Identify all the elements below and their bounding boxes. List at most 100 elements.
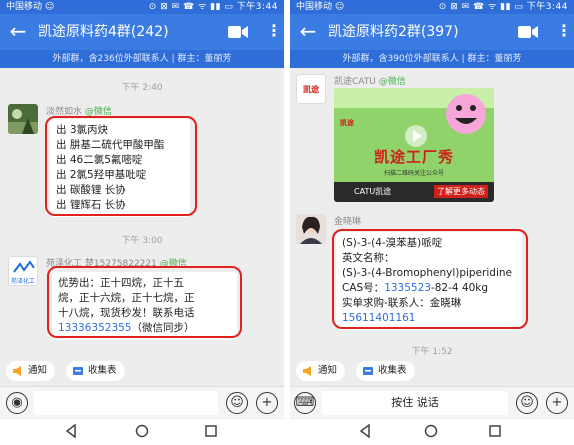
nav-home-icon[interactable] bbox=[135, 424, 149, 438]
avatar[interactable] bbox=[296, 214, 326, 244]
form-label: 收集表 bbox=[378, 365, 407, 376]
voice-icon[interactable]: ◉ bbox=[6, 392, 28, 414]
message-line: 出 锂辉石 长协 bbox=[56, 199, 126, 211]
status-bar: 中国移动 ☺ ⊙ ⊠ ✉ ☎ ᯤ ▮▮ ▭ 下午3:44 bbox=[0, 0, 284, 14]
megaphone-icon bbox=[303, 366, 311, 376]
timestamp: 下午 3:00 bbox=[121, 236, 163, 246]
emoji-icon[interactable]: ☺ bbox=[226, 392, 248, 414]
wechat-tag: @微信 bbox=[159, 259, 187, 269]
plus-icon[interactable]: + bbox=[256, 392, 278, 414]
message-line: 出 3氯丙炔 bbox=[56, 124, 109, 136]
message-bubble[interactable]: 优势出：正十四烷，正十五 烷，正十六烷，正十七烷，正 十八烷，现货秒发！联系电话… bbox=[52, 272, 237, 340]
title-bar: ← 凯途原料药2群(397) ⋮ bbox=[290, 14, 574, 50]
status-icons: ⊙ ⊠ ✉ ☎ ᯤ ▮▮ ▭ 下午3:44 bbox=[148, 2, 278, 12]
hold-to-talk-button[interactable]: 按住 说话 bbox=[322, 391, 508, 415]
right-chat-screen: 中国移动 ☺ ⊙ ⊠ ✉ ☎ ᯤ ▮▮ ▭ 下午3:44 ← 凯途原料药2群(3… bbox=[290, 0, 574, 445]
notice-label: 通知 bbox=[318, 365, 338, 376]
carrier-label: 中国移动 ☺ bbox=[296, 2, 345, 12]
more-options-icon[interactable]: ⋮ bbox=[556, 22, 572, 42]
quick-tools-row: 通知 收集表 bbox=[290, 358, 574, 384]
message-bubble[interactable]: 出 3氯丙炔 出 肼基二硫代甲酸甲酯 出 46二氯5氟嘧啶 出 2氯5羟甲基吡啶… bbox=[50, 119, 190, 217]
sender-name: 金晓琳 bbox=[334, 217, 362, 227]
status-icons: ⊙ ⊠ ✉ ☎ ᯤ ▮▮ ▭ 下午3:44 bbox=[438, 2, 568, 12]
avatar-label: 苑泽化工 bbox=[10, 278, 35, 285]
message-line: (S)-3-(4-Bromophenyl)piperidine bbox=[342, 267, 512, 279]
nav-home-icon[interactable] bbox=[424, 424, 438, 438]
carrier-label: 中国移动 ☺ bbox=[6, 2, 55, 12]
avatar[interactable]: 苑泽化工 bbox=[8, 256, 38, 286]
notice-label: 通知 bbox=[28, 365, 48, 376]
more-options-icon[interactable]: ⋮ bbox=[266, 22, 282, 42]
group-info-bar[interactable]: 外部群，含390位外部联系人 | 群主：董丽芳 bbox=[290, 50, 574, 68]
avatar[interactable]: 凯途 bbox=[296, 74, 326, 104]
plus-icon[interactable]: + bbox=[546, 392, 568, 414]
cas-link[interactable]: 1335523 bbox=[384, 282, 431, 294]
card-small-text: 扫描二维码关注公众号 bbox=[383, 170, 444, 177]
message-line: 出 46二氯5氟嘧啶 bbox=[56, 154, 143, 166]
status-bar: 中国移动 ☺ ⊙ ⊠ ✉ ☎ ᯤ ▮▮ ▭ 下午3:44 bbox=[290, 0, 574, 14]
play-icon[interactable] bbox=[404, 124, 428, 148]
phone-link[interactable]: 13336352355 bbox=[58, 322, 132, 334]
card-source: CATU凯途 bbox=[354, 187, 392, 196]
timestamp: 下午 1:52 bbox=[411, 347, 453, 357]
system-nav-bar bbox=[290, 419, 574, 445]
message-line: 烷，正十六烷，正十七烷，正 bbox=[58, 292, 195, 304]
message-line: 实单求购-联系人：金晓琳 bbox=[342, 297, 462, 309]
wechat-tag: @微信 bbox=[378, 77, 406, 87]
card-logo: 凯途 bbox=[340, 119, 354, 127]
card-more[interactable]: 了解更多动态 bbox=[434, 185, 488, 198]
message-input[interactable] bbox=[34, 391, 218, 415]
form-icon bbox=[73, 367, 83, 375]
title-bar: ← 凯途原料药4群(242) ⋮ bbox=[0, 14, 284, 50]
notice-chip[interactable]: 通知 bbox=[296, 361, 346, 381]
form-icon bbox=[363, 367, 373, 375]
cas-prefix: CAS号： bbox=[342, 282, 385, 294]
group-info-bar[interactable]: 外部群，含236位外部联系人 | 群主：董丽芳 bbox=[0, 50, 284, 68]
message-line: 出 肼基二硫代甲酸甲酯 bbox=[56, 139, 165, 151]
message-line: 13336352355（微信同步） bbox=[58, 321, 231, 336]
chat-title: 凯途原料药2群(397) bbox=[328, 24, 459, 40]
megaphone-icon bbox=[13, 366, 21, 376]
video-call-icon[interactable] bbox=[228, 25, 248, 39]
smiley-face-icon bbox=[446, 94, 486, 134]
emoji-icon[interactable]: ☺ bbox=[516, 392, 538, 414]
form-chip[interactable]: 收集表 bbox=[356, 361, 415, 381]
card-headline: 凯途工厂秀 bbox=[373, 148, 454, 166]
sender-name-text: 凯途CATU bbox=[334, 77, 376, 87]
input-bar: ◉ ☺ + bbox=[0, 386, 284, 418]
message-line: 优势出：正十四烷，正十五 bbox=[58, 277, 184, 289]
company-logo-icon bbox=[13, 260, 35, 273]
keyboard-icon[interactable]: ⌨ bbox=[294, 392, 316, 414]
left-chat-screen: 中国移动 ☺ ⊙ ⊠ ✉ ☎ ᯤ ▮▮ ▭ 下午3:44 ← 凯途原料药4群(2… bbox=[0, 0, 284, 445]
form-label: 收集表 bbox=[88, 365, 117, 376]
wechat-tag: @微信 bbox=[84, 107, 112, 117]
nav-back-icon[interactable] bbox=[358, 424, 372, 438]
avatar[interactable] bbox=[8, 104, 38, 134]
message-line: CAS号：1335523-82-4 40kg bbox=[342, 281, 516, 296]
form-chip[interactable]: 收集表 bbox=[66, 361, 125, 381]
video-card[interactable]: 凯途 凯途工厂秀 扫描二维码关注公众号 CATU凯途 了解更多动态 bbox=[334, 88, 494, 202]
sender-name-text: 淡然如水 bbox=[46, 107, 83, 117]
sender-name: 凯途CATU @微信 bbox=[334, 74, 406, 87]
sender-name: 淡然如水 @微信 bbox=[46, 104, 112, 117]
sender-name: 苑泽化工 楚15275822221 @微信 bbox=[46, 256, 187, 269]
quick-tools-row: 通知 收集表 bbox=[0, 358, 284, 384]
notice-chip[interactable]: 通知 bbox=[6, 361, 56, 381]
back-arrow-icon[interactable]: ← bbox=[6, 20, 30, 44]
system-nav-bar bbox=[0, 419, 284, 445]
video-call-icon[interactable] bbox=[518, 25, 538, 39]
message-bubble[interactable]: (S)-3-(4-溴苯基)哌啶 英文名称： (S)-3-(4-Bromophen… bbox=[336, 232, 522, 330]
nav-back-icon[interactable] bbox=[64, 424, 78, 438]
back-arrow-icon[interactable]: ← bbox=[296, 20, 320, 44]
phone-suffix: （微信同步） bbox=[131, 322, 195, 334]
message-line: 英文名称： bbox=[342, 252, 395, 264]
avatar-label: 凯途 bbox=[303, 85, 319, 94]
nav-recents-icon[interactable] bbox=[488, 424, 502, 438]
phone-link[interactable]: 15611401161 bbox=[342, 311, 516, 326]
card-footer: CATU凯途 了解更多动态 bbox=[334, 182, 494, 202]
message-line: 十八烷，现货秒发！联系电话 bbox=[58, 307, 195, 319]
message-line: (S)-3-(4-溴苯基)哌啶 bbox=[342, 237, 443, 249]
nav-recents-icon[interactable] bbox=[204, 424, 218, 438]
message-line: 出 2氯5羟甲基吡啶 bbox=[56, 169, 147, 181]
cas-rest: -82-4 40kg bbox=[430, 282, 489, 294]
